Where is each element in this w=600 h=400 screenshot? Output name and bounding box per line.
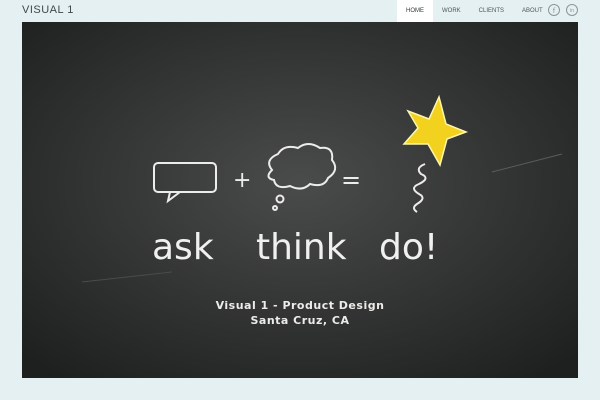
nav-work[interactable]: WORK xyxy=(433,0,470,22)
word-ask: ask xyxy=(152,227,214,268)
site-logo[interactable]: VISUAL 1 xyxy=(22,4,74,16)
hero-chalkboard: + = ask think do! Visual 1 - Product Des… xyxy=(22,22,578,378)
main-nav: HOME WORK CLIENTS ABOUT xyxy=(397,0,552,22)
facebook-icon[interactable]: f xyxy=(548,4,560,16)
nav-about[interactable]: ABOUT xyxy=(513,0,552,22)
word-think: think xyxy=(256,227,347,268)
linkedin-icon[interactable]: in xyxy=(566,4,578,16)
caption-location: Santa Cruz, CA xyxy=(250,314,350,327)
plus-symbol: + xyxy=(233,168,251,193)
nav-home[interactable]: HOME xyxy=(397,0,433,22)
nav-clients[interactable]: CLIENTS xyxy=(470,0,513,22)
caption-title: Visual 1 - Product Design xyxy=(215,299,385,312)
word-do: do! xyxy=(379,227,439,268)
equals-symbol: = xyxy=(341,166,361,194)
